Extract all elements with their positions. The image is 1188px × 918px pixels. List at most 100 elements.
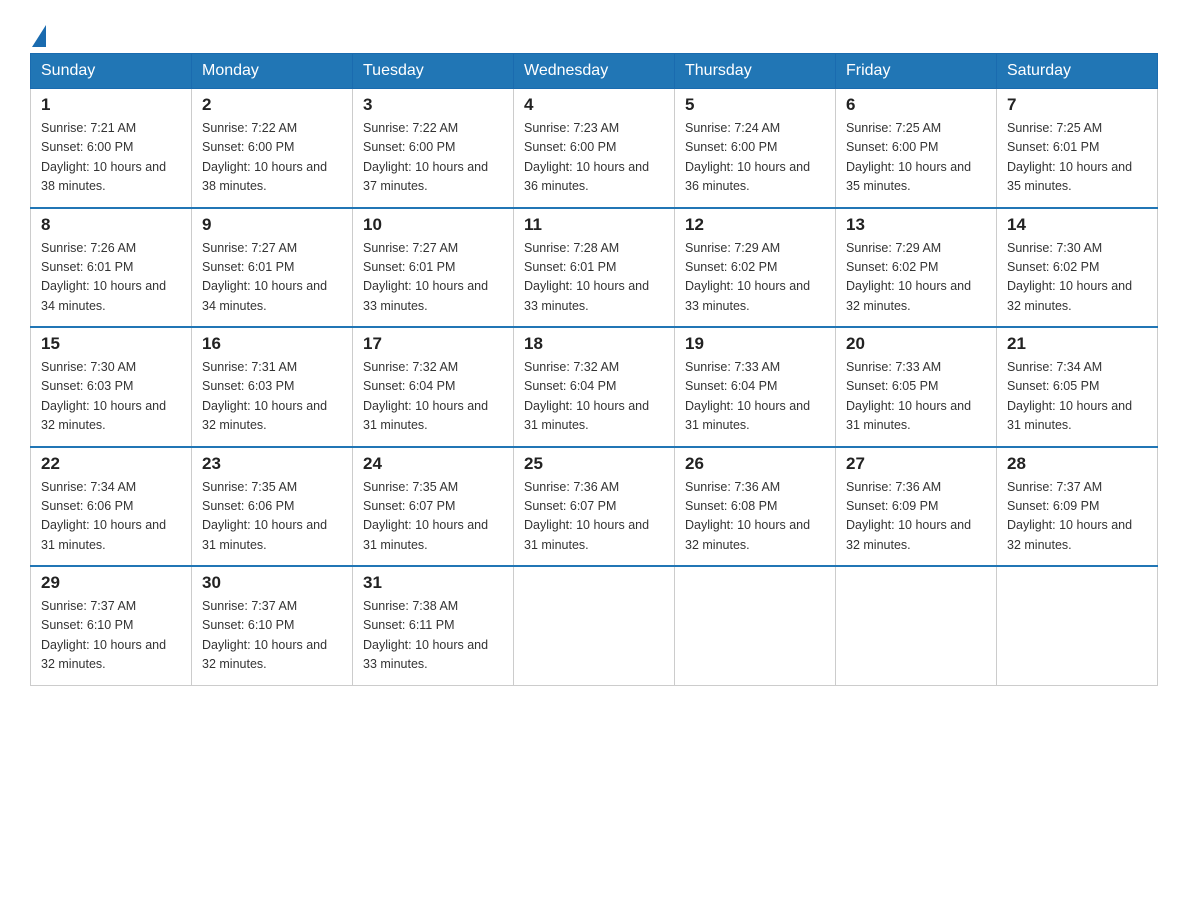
day-info: Sunrise: 7:37 AMSunset: 6:10 PMDaylight:… <box>41 597 181 675</box>
logo-triangle-icon <box>32 25 46 47</box>
calendar-cell <box>997 566 1158 685</box>
calendar-cell: 10 Sunrise: 7:27 AMSunset: 6:01 PMDayligh… <box>353 208 514 328</box>
calendar-day-header: Friday <box>836 54 997 89</box>
calendar-cell: 30Sunrise: 7:37 AMSunset: 6:10 PMDayligh… <box>192 566 353 685</box>
day-info: Sunrise: 7:35 AMSunset: 6:06 PMDaylight:… <box>202 478 342 556</box>
calendar-cell: 1Sunrise: 7:21 AMSunset: 6:00 PMDaylight… <box>31 89 192 208</box>
day-info: Sunrise: 7:25 AMSunset: 6:01 PMDaylight:… <box>1007 119 1147 197</box>
day-info: Sunrise: 7:29 AMSunset: 6:02 PMDaylight:… <box>846 239 986 317</box>
calendar-cell <box>675 566 836 685</box>
day-info: Sunrise: 7:32 AMSunset: 6:04 PMDaylight:… <box>363 358 503 436</box>
day-number: 10 <box>363 215 503 235</box>
calendar-cell: 2Sunrise: 7:22 AMSunset: 6:00 PMDaylight… <box>192 89 353 208</box>
calendar-cell: 12 Sunrise: 7:29 AMSunset: 6:02 PMDayligh… <box>675 208 836 328</box>
day-number: 12 <box>685 215 825 235</box>
calendar-cell: 7 Sunrise: 7:25 AMSunset: 6:01 PMDaylight… <box>997 89 1158 208</box>
calendar-cell: 5 Sunrise: 7:24 AMSunset: 6:00 PMDaylight… <box>675 89 836 208</box>
calendar-cell: 27Sunrise: 7:36 AMSunset: 6:09 PMDayligh… <box>836 447 997 567</box>
calendar-week-row: 22 Sunrise: 7:34 AMSunset: 6:06 PMDayligh… <box>31 447 1158 567</box>
calendar-cell: 16 Sunrise: 7:31 AMSunset: 6:03 PMDayligh… <box>192 327 353 447</box>
calendar-table: SundayMondayTuesdayWednesdayThursdayFrid… <box>30 53 1158 686</box>
logo <box>30 20 48 43</box>
day-number: 24 <box>363 454 503 474</box>
calendar-day-header: Saturday <box>997 54 1158 89</box>
calendar-week-row: 29 Sunrise: 7:37 AMSunset: 6:10 PMDayligh… <box>31 566 1158 685</box>
day-info: Sunrise: 7:36 AMSunset: 6:08 PMDaylight:… <box>685 478 825 556</box>
calendar-cell: 20 Sunrise: 7:33 AMSunset: 6:05 PMDayligh… <box>836 327 997 447</box>
day-info: Sunrise: 7:37 AMSunset: 6:09 PMDaylight:… <box>1007 478 1147 556</box>
calendar-cell: 14 Sunrise: 7:30 AMSunset: 6:02 PMDayligh… <box>997 208 1158 328</box>
day-number: 31 <box>363 573 503 593</box>
calendar-cell: 24Sunrise: 7:35 AMSunset: 6:07 PMDayligh… <box>353 447 514 567</box>
day-info: Sunrise: 7:22 AMSunset: 6:00 PMDaylight:… <box>202 119 342 197</box>
day-info: Sunrise: 7:22 AMSunset: 6:00 PMDaylight:… <box>363 119 503 197</box>
calendar-day-header: Monday <box>192 54 353 89</box>
calendar-cell: 29 Sunrise: 7:37 AMSunset: 6:10 PMDayligh… <box>31 566 192 685</box>
day-number: 17 <box>363 334 503 354</box>
calendar-cell: 28Sunrise: 7:37 AMSunset: 6:09 PMDayligh… <box>997 447 1158 567</box>
day-info: Sunrise: 7:21 AMSunset: 6:00 PMDaylight:… <box>41 119 181 197</box>
day-number: 27 <box>846 454 986 474</box>
calendar-week-row: 1Sunrise: 7:21 AMSunset: 6:00 PMDaylight… <box>31 89 1158 208</box>
day-number: 4 <box>524 95 664 115</box>
page-header <box>30 20 1158 43</box>
day-number: 8 <box>41 215 181 235</box>
calendar-day-header: Tuesday <box>353 54 514 89</box>
day-info: Sunrise: 7:27 AMSunset: 6:01 PMDaylight:… <box>363 239 503 317</box>
calendar-cell: 15 Sunrise: 7:30 AMSunset: 6:03 PMDayligh… <box>31 327 192 447</box>
day-number: 13 <box>846 215 986 235</box>
calendar-cell: 23 Sunrise: 7:35 AMSunset: 6:06 PMDayligh… <box>192 447 353 567</box>
day-number: 16 <box>202 334 342 354</box>
day-info: Sunrise: 7:27 AMSunset: 6:01 PMDaylight:… <box>202 239 342 317</box>
day-number: 29 <box>41 573 181 593</box>
day-info: Sunrise: 7:34 AMSunset: 6:05 PMDaylight:… <box>1007 358 1147 436</box>
day-number: 21 <box>1007 334 1147 354</box>
calendar-cell: 26 Sunrise: 7:36 AMSunset: 6:08 PMDayligh… <box>675 447 836 567</box>
day-number: 20 <box>846 334 986 354</box>
day-info: Sunrise: 7:32 AMSunset: 6:04 PMDaylight:… <box>524 358 664 436</box>
calendar-day-header: Thursday <box>675 54 836 89</box>
calendar-day-header: Wednesday <box>514 54 675 89</box>
day-number: 30 <box>202 573 342 593</box>
day-info: Sunrise: 7:36 AMSunset: 6:07 PMDaylight:… <box>524 478 664 556</box>
day-number: 9 <box>202 215 342 235</box>
calendar-cell <box>514 566 675 685</box>
calendar-cell: 3 Sunrise: 7:22 AMSunset: 6:00 PMDaylight… <box>353 89 514 208</box>
calendar-cell: 13 Sunrise: 7:29 AMSunset: 6:02 PMDayligh… <box>836 208 997 328</box>
day-info: Sunrise: 7:29 AMSunset: 6:02 PMDaylight:… <box>685 239 825 317</box>
day-info: Sunrise: 7:25 AMSunset: 6:00 PMDaylight:… <box>846 119 986 197</box>
day-info: Sunrise: 7:38 AMSunset: 6:11 PMDaylight:… <box>363 597 503 675</box>
day-info: Sunrise: 7:33 AMSunset: 6:05 PMDaylight:… <box>846 358 986 436</box>
day-number: 23 <box>202 454 342 474</box>
day-number: 3 <box>363 95 503 115</box>
calendar-header-row: SundayMondayTuesdayWednesdayThursdayFrid… <box>31 54 1158 89</box>
day-info: Sunrise: 7:23 AMSunset: 6:00 PMDaylight:… <box>524 119 664 197</box>
day-number: 18 <box>524 334 664 354</box>
calendar-cell: 17 Sunrise: 7:32 AMSunset: 6:04 PMDayligh… <box>353 327 514 447</box>
calendar-week-row: 8 Sunrise: 7:26 AMSunset: 6:01 PMDaylight… <box>31 208 1158 328</box>
day-info: Sunrise: 7:33 AMSunset: 6:04 PMDaylight:… <box>685 358 825 436</box>
day-number: 6 <box>846 95 986 115</box>
calendar-cell: 31 Sunrise: 7:38 AMSunset: 6:11 PMDayligh… <box>353 566 514 685</box>
day-info: Sunrise: 7:30 AMSunset: 6:02 PMDaylight:… <box>1007 239 1147 317</box>
day-info: Sunrise: 7:31 AMSunset: 6:03 PMDaylight:… <box>202 358 342 436</box>
day-info: Sunrise: 7:30 AMSunset: 6:03 PMDaylight:… <box>41 358 181 436</box>
day-number: 7 <box>1007 95 1147 115</box>
calendar-week-row: 15 Sunrise: 7:30 AMSunset: 6:03 PMDayligh… <box>31 327 1158 447</box>
day-info: Sunrise: 7:28 AMSunset: 6:01 PMDaylight:… <box>524 239 664 317</box>
day-number: 15 <box>41 334 181 354</box>
calendar-cell: 8 Sunrise: 7:26 AMSunset: 6:01 PMDaylight… <box>31 208 192 328</box>
day-number: 22 <box>41 454 181 474</box>
day-info: Sunrise: 7:24 AMSunset: 6:00 PMDaylight:… <box>685 119 825 197</box>
calendar-cell: 6 Sunrise: 7:25 AMSunset: 6:00 PMDaylight… <box>836 89 997 208</box>
calendar-cell <box>836 566 997 685</box>
calendar-cell: 22 Sunrise: 7:34 AMSunset: 6:06 PMDayligh… <box>31 447 192 567</box>
calendar-cell: 11 Sunrise: 7:28 AMSunset: 6:01 PMDayligh… <box>514 208 675 328</box>
day-number: 5 <box>685 95 825 115</box>
day-info: Sunrise: 7:34 AMSunset: 6:06 PMDaylight:… <box>41 478 181 556</box>
day-info: Sunrise: 7:26 AMSunset: 6:01 PMDaylight:… <box>41 239 181 317</box>
calendar-cell: 25Sunrise: 7:36 AMSunset: 6:07 PMDayligh… <box>514 447 675 567</box>
day-number: 26 <box>685 454 825 474</box>
day-number: 14 <box>1007 215 1147 235</box>
day-number: 11 <box>524 215 664 235</box>
